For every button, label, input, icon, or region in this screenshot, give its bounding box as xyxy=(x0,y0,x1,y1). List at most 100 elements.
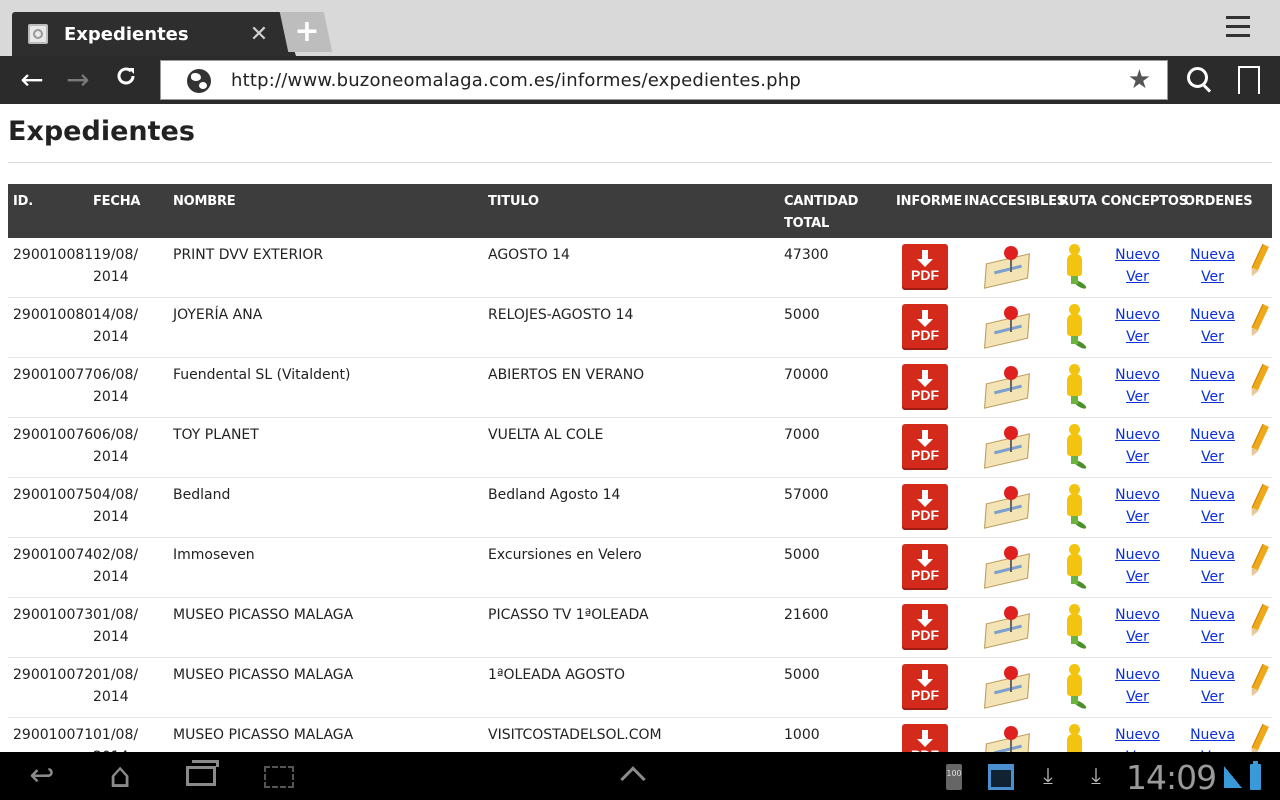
pdf-icon[interactable]: PDF xyxy=(902,604,948,650)
clock[interactable]: 14:09 xyxy=(1126,758,1217,797)
conceptos-ver-link[interactable]: Ver xyxy=(1101,266,1174,288)
map-pin-icon[interactable] xyxy=(982,424,1032,469)
ordenes-ver-link[interactable]: Ver xyxy=(1184,446,1241,468)
cell-fecha: 06/08/ 2014 xyxy=(88,357,168,418)
star-icon[interactable]: ★ xyxy=(1128,65,1151,95)
pencil-icon[interactable] xyxy=(1246,723,1271,752)
conceptos-nuevo-link[interactable]: Nuevo xyxy=(1101,304,1174,326)
download-icon[interactable]: ⤓ xyxy=(1040,764,1056,790)
ordenes-ver-link[interactable]: Ver xyxy=(1184,626,1241,648)
ordenes-ver-link[interactable]: Ver xyxy=(1184,266,1241,288)
screenshot-icon[interactable] xyxy=(264,766,294,788)
pegman-icon[interactable] xyxy=(1061,724,1089,752)
back-nav-icon[interactable]: ↩ xyxy=(22,760,62,792)
ordenes-nueva-link[interactable]: Nueva xyxy=(1184,664,1241,686)
download-icon[interactable]: ⤓ xyxy=(1088,764,1104,790)
pencil-icon[interactable] xyxy=(1246,543,1271,579)
pegman-icon[interactable] xyxy=(1061,304,1089,351)
map-pin-icon[interactable] xyxy=(982,544,1032,589)
pencil-icon[interactable] xyxy=(1246,423,1271,459)
reload-icon xyxy=(117,67,135,85)
pegman-icon[interactable] xyxy=(1061,244,1089,291)
pdf-icon[interactable]: PDF xyxy=(902,724,948,752)
pdf-icon[interactable]: PDF xyxy=(902,304,948,350)
pdf-icon[interactable]: PDF xyxy=(902,364,948,410)
conceptos-ver-link[interactable]: Ver xyxy=(1101,326,1174,348)
ordenes-nueva-link[interactable]: Nueva xyxy=(1184,304,1241,326)
pencil-icon[interactable] xyxy=(1246,303,1271,339)
ordenes-ver-link[interactable]: Ver xyxy=(1184,386,1241,408)
close-icon[interactable]: ✕ xyxy=(248,22,270,47)
pegman-icon[interactable] xyxy=(1061,484,1089,531)
pegman-icon[interactable] xyxy=(1061,364,1089,411)
pencil-icon[interactable] xyxy=(1246,363,1271,399)
pegman-icon[interactable] xyxy=(1061,664,1089,711)
pdf-icon[interactable]: PDF xyxy=(902,544,948,590)
conceptos-nuevo-link[interactable]: Nuevo xyxy=(1101,364,1174,386)
conceptos-ver-link[interactable]: Ver xyxy=(1101,386,1174,408)
pencil-icon[interactable] xyxy=(1246,483,1271,519)
pencil-icon[interactable] xyxy=(1246,603,1271,639)
back-button[interactable]: ← xyxy=(14,64,50,96)
ordenes-ver-link[interactable]: Ver xyxy=(1184,326,1241,348)
chevron-up-icon[interactable] xyxy=(620,766,646,792)
ordenes-nueva-link[interactable]: Nueva xyxy=(1184,484,1241,506)
map-pin-icon[interactable] xyxy=(982,364,1032,409)
conceptos-nuevo-link[interactable]: Nuevo xyxy=(1101,664,1174,686)
conceptos-nuevo-link[interactable]: Nuevo xyxy=(1101,244,1174,266)
pdf-label: PDF xyxy=(911,387,939,403)
home-icon[interactable]: ⌂ xyxy=(100,759,140,793)
pdf-icon[interactable]: PDF xyxy=(902,424,948,470)
map-pin-icon[interactable] xyxy=(982,304,1032,349)
reload-button[interactable] xyxy=(108,64,144,96)
conceptos-ver-link[interactable]: Ver xyxy=(1101,686,1174,708)
pencil-icon[interactable] xyxy=(1246,243,1271,279)
recent-apps-icon[interactable] xyxy=(186,760,219,786)
conceptos-nuevo-link[interactable]: Nuevo xyxy=(1101,724,1174,746)
ordenes-nueva-link[interactable]: Nueva xyxy=(1184,364,1241,386)
search-icon[interactable] xyxy=(1186,66,1214,94)
pdf-icon[interactable]: PDF xyxy=(902,664,948,710)
ordenes-nueva-link[interactable]: Nueva xyxy=(1184,424,1241,446)
conceptos-ver-link[interactable]: Ver xyxy=(1101,506,1174,528)
ordenes-nueva-link[interactable]: Nueva xyxy=(1184,244,1241,266)
conceptos-nuevo-link[interactable]: Nuevo xyxy=(1101,484,1174,506)
cell-cantidad: 47300 xyxy=(779,238,891,298)
pdf-icon[interactable]: PDF xyxy=(902,484,948,530)
menu-icon[interactable] xyxy=(1226,16,1258,42)
pegman-icon[interactable] xyxy=(1061,604,1089,651)
plus-icon[interactable]: + xyxy=(293,14,321,50)
url-bar[interactable]: http://www.buzoneomalaga.com.es/informes… xyxy=(160,60,1168,100)
conceptos-ver-link[interactable]: Ver xyxy=(1101,626,1174,648)
map-pin-icon[interactable] xyxy=(982,604,1032,649)
ordenes-ver-link[interactable]: Ver xyxy=(1184,506,1241,528)
url-text[interactable]: http://www.buzoneomalaga.com.es/informes… xyxy=(231,70,801,91)
conceptos-ver-link[interactable]: Ver xyxy=(1101,566,1174,588)
header-ruta: RUTA xyxy=(1054,184,1097,238)
map-pin-icon[interactable] xyxy=(982,664,1032,709)
ordenes-nueva-link[interactable]: Nueva xyxy=(1184,544,1241,566)
ordenes-ver-link[interactable]: Ver xyxy=(1184,686,1241,708)
conceptos-nuevo-link[interactable]: Nuevo xyxy=(1101,424,1174,446)
pegman-icon[interactable] xyxy=(1061,544,1089,591)
tray-notification-icon[interactable] xyxy=(988,764,1014,790)
ordenes-nueva-link[interactable]: Nueva xyxy=(1184,724,1241,746)
storage-notification-icon[interactable]: 100 xyxy=(946,764,962,790)
tab-expedientes[interactable]: Expedientes ✕ xyxy=(12,12,296,56)
ordenes-ver-link[interactable]: Ver xyxy=(1184,566,1241,588)
conceptos-ver-link[interactable]: Ver xyxy=(1101,446,1174,468)
ordenes-nueva-link[interactable]: Nueva xyxy=(1184,604,1241,626)
bookmarks-icon[interactable] xyxy=(1238,66,1260,96)
map-pin-icon[interactable] xyxy=(982,484,1032,529)
cell-conceptos: Nuevo Ver xyxy=(1096,477,1179,538)
map-pin-icon[interactable] xyxy=(982,724,1032,752)
map-pin-icon[interactable] xyxy=(982,244,1032,289)
pegman-icon[interactable] xyxy=(1061,424,1089,471)
conceptos-nuevo-link[interactable]: Nuevo xyxy=(1101,604,1174,626)
pdf-label: PDF xyxy=(902,744,948,752)
cell-conceptos: Nuevo Ver xyxy=(1096,238,1179,298)
pdf-icon[interactable]: PDF xyxy=(902,244,948,290)
forward-button[interactable]: → xyxy=(60,64,96,96)
pencil-icon[interactable] xyxy=(1246,663,1271,699)
conceptos-nuevo-link[interactable]: Nuevo xyxy=(1101,544,1174,566)
